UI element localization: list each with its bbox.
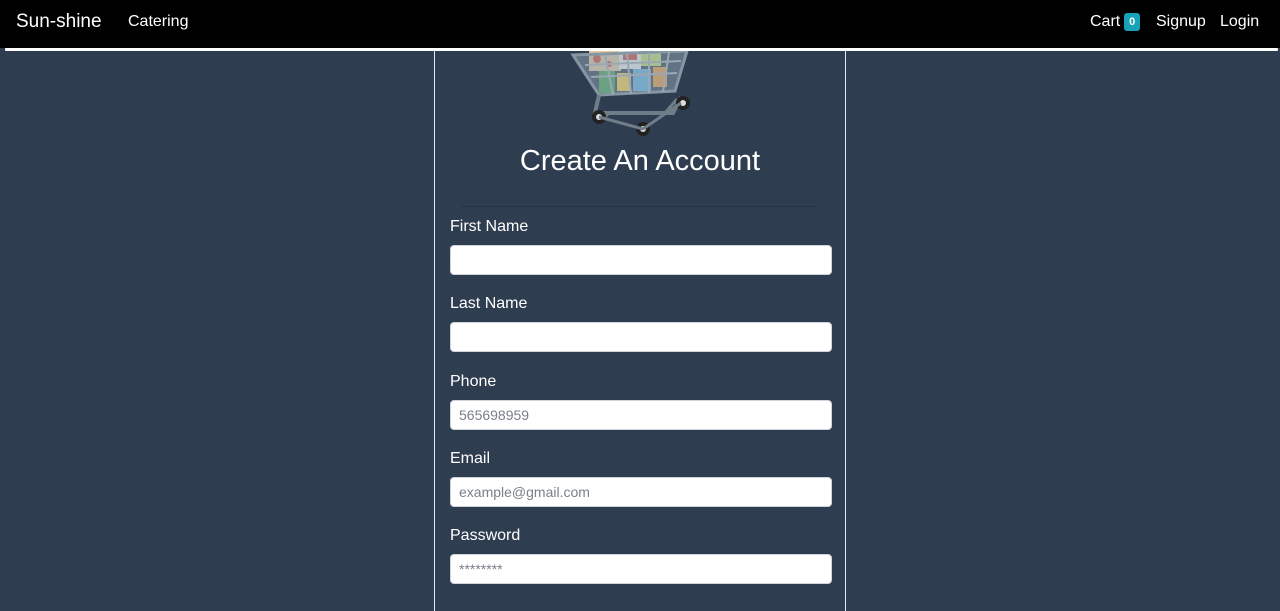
nav-signup-link[interactable]: Signup <box>1156 13 1206 31</box>
first-name-label: First Name <box>450 218 529 235</box>
last-name-input[interactable] <box>450 322 832 352</box>
first-name-input[interactable] <box>450 245 832 275</box>
top-navbar: Sun-shine Catering Cart 0 Signup Login <box>0 0 1280 48</box>
brand-link[interactable]: Sun-shine <box>16 11 102 33</box>
password-input[interactable] <box>450 554 832 584</box>
title-divider <box>461 206 817 207</box>
email-label: Email <box>450 450 491 467</box>
nav-catering-link[interactable]: Catering <box>128 13 188 31</box>
nav-login-link[interactable]: Login <box>1220 13 1259 31</box>
page-title: Create An Account <box>519 145 761 177</box>
phone-label: Phone <box>450 373 497 390</box>
signup-form-panel: Create An Account First Name Last Name P… <box>434 51 846 611</box>
cart-count-badge: 0 <box>1124 13 1141 31</box>
nav-cart-link[interactable]: Cart 0 <box>1090 13 1141 31</box>
email-input[interactable] <box>450 477 832 507</box>
phone-input[interactable] <box>450 400 832 430</box>
nav-cart-label: Cart <box>1090 13 1121 30</box>
last-name-label: Last Name <box>450 295 528 312</box>
shopping-cart-icon <box>570 51 690 136</box>
password-label: Password <box>450 527 521 544</box>
